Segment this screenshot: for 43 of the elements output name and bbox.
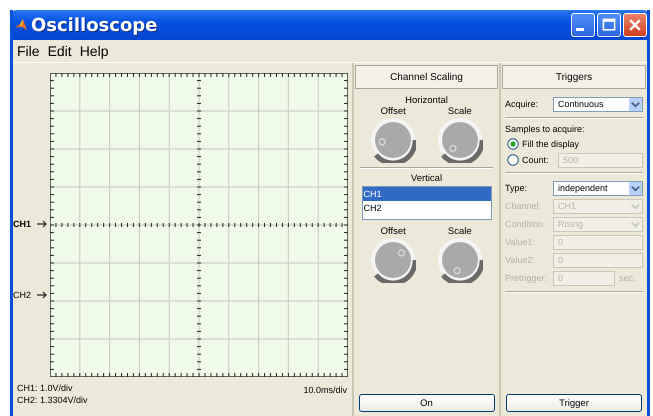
menu-item[interactable]: Edit: [48, 43, 72, 59]
dropdown[interactable]: independent: [553, 180, 643, 196]
knob-label: Offset: [380, 106, 406, 117]
knob[interactable]: [436, 237, 483, 283]
acquire-dropdown[interactable]: Continuous: [553, 96, 643, 112]
channel-marker-label: CH1: [13, 219, 32, 229]
menu-item[interactable]: File: [17, 43, 40, 59]
section-label: Horizontal: [405, 95, 448, 106]
knob[interactable]: [370, 237, 416, 283]
app-icon: [14, 18, 28, 32]
time-scale-text: 10.0ms/div: [303, 385, 347, 395]
channel-scale-text: CH2: 1.3304V/div: [17, 395, 88, 405]
minimize-button[interactable]: [571, 13, 595, 37]
knob-label: Scale: [448, 226, 472, 237]
knob-label: Offset: [380, 226, 406, 237]
maximize-button[interactable]: [597, 13, 621, 37]
panel-header: Triggers: [502, 65, 646, 89]
on-button[interactable]: On: [358, 394, 494, 412]
radio-label: Fill the display: [522, 139, 580, 149]
section-label: Samples to acquire:: [505, 124, 586, 134]
close-icon: [627, 17, 643, 33]
minimize-icon: [576, 28, 584, 31]
section-label: Vertical: [410, 173, 442, 184]
arrow-icon: [37, 220, 47, 228]
window-title: Oscilloscope: [31, 14, 158, 36]
radio-button[interactable]: [507, 154, 519, 166]
channel-list-item[interactable]: CH2: [362, 201, 490, 215]
channel-marker-label: CH2: [13, 290, 32, 300]
field-label: Type:: [505, 183, 528, 193]
radio-label: Count:: [522, 155, 550, 165]
knob[interactable]: [436, 117, 483, 163]
knob-label: Scale: [448, 106, 472, 117]
arrow-icon: [37, 291, 47, 299]
channel-list-item[interactable]: CH1: [362, 187, 490, 201]
panel-header: Channel Scaling: [355, 65, 498, 89]
maximize-icon: [601, 17, 617, 33]
menu-item[interactable]: Help: [80, 43, 108, 59]
field-label: Acquire:: [505, 99, 540, 109]
trigger-button[interactable]: Trigger: [506, 394, 642, 412]
radio-button[interactable]: [507, 138, 519, 150]
channel-scale-text: CH1: 1.0V/div: [17, 383, 74, 393]
knob[interactable]: [370, 117, 416, 163]
close-button[interactable]: [623, 13, 647, 37]
